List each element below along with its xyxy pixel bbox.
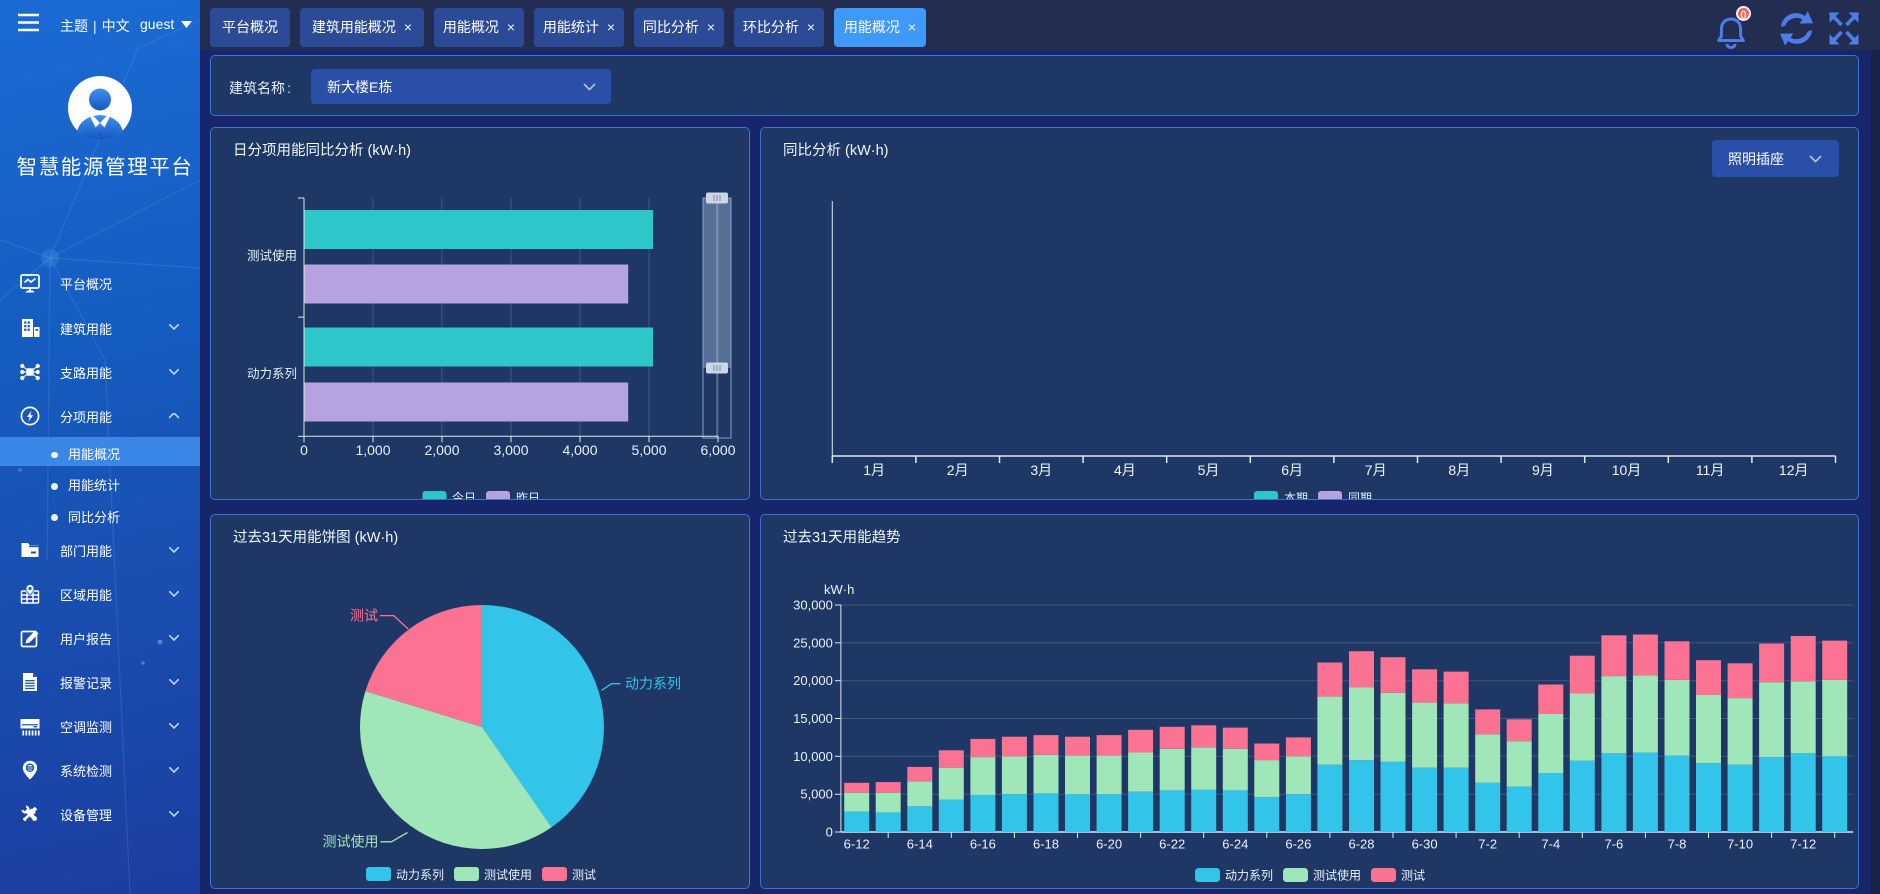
svg-text:15,000: 15,000 <box>793 711 833 726</box>
svg-text:20,000: 20,000 <box>793 673 833 688</box>
svg-text:kW·h: kW·h <box>824 582 854 597</box>
svg-text:动力系列: 动力系列 <box>247 367 297 381</box>
svg-text:3,000: 3,000 <box>493 442 528 458</box>
svg-text:测试使用: 测试使用 <box>484 867 532 882</box>
svg-text:6-20: 6-20 <box>1096 837 1122 852</box>
svg-text:4月: 4月 <box>1114 462 1136 478</box>
svg-text:6-30: 6-30 <box>1412 837 1438 852</box>
svg-text:1月: 1月 <box>863 462 885 478</box>
svg-text:测试: 测试 <box>572 867 596 882</box>
svg-text:1,000: 1,000 <box>355 442 390 458</box>
svg-text:5月: 5月 <box>1198 462 1220 478</box>
svg-text:7-2: 7-2 <box>1478 837 1497 852</box>
svg-text:10月: 10月 <box>1612 462 1642 478</box>
svg-text:测试: 测试 <box>1401 868 1425 883</box>
svg-text:6-16: 6-16 <box>970 837 996 852</box>
svg-text:动力系列: 动力系列 <box>1225 869 1273 883</box>
svg-text:同期: 同期 <box>1348 491 1372 500</box>
svg-text:测试使用: 测试使用 <box>1313 868 1361 883</box>
svg-text:25,000: 25,000 <box>793 635 833 650</box>
svg-text:5,000: 5,000 <box>631 442 666 458</box>
svg-text:12月: 12月 <box>1779 462 1809 478</box>
svg-text:6-24: 6-24 <box>1222 837 1248 852</box>
svg-text:0: 0 <box>826 825 833 840</box>
svg-text:9月: 9月 <box>1532 462 1554 478</box>
svg-text:6-26: 6-26 <box>1285 837 1311 852</box>
svg-text:测试使用: 测试使用 <box>323 833 379 849</box>
svg-text:6-18: 6-18 <box>1033 837 1059 852</box>
svg-text:测试使用: 测试使用 <box>247 248 297 263</box>
svg-text:昨日: 昨日 <box>516 491 540 500</box>
svg-text:2,000: 2,000 <box>424 442 459 458</box>
svg-text:6-22: 6-22 <box>1159 837 1185 852</box>
svg-text:10,000: 10,000 <box>793 749 833 764</box>
svg-text:5,000: 5,000 <box>800 787 833 802</box>
svg-text:6-28: 6-28 <box>1348 837 1374 852</box>
svg-text:动力系列: 动力系列 <box>625 676 681 692</box>
svg-text:7-12: 7-12 <box>1790 837 1816 852</box>
svg-text:动力系列: 动力系列 <box>396 868 444 882</box>
svg-text:本期: 本期 <box>1284 491 1308 500</box>
svg-text:6,000: 6,000 <box>700 442 735 458</box>
svg-text:7-10: 7-10 <box>1727 837 1753 852</box>
svg-text:7-4: 7-4 <box>1541 837 1560 852</box>
svg-text:6-12: 6-12 <box>844 837 870 852</box>
svg-text:11月: 11月 <box>1696 462 1725 478</box>
svg-text:7-6: 7-6 <box>1605 837 1624 852</box>
svg-text:0: 0 <box>300 442 308 458</box>
svg-text:8月: 8月 <box>1448 462 1470 478</box>
svg-text:2月: 2月 <box>947 462 969 478</box>
svg-text:今日: 今日 <box>452 490 476 500</box>
svg-text:7-8: 7-8 <box>1668 837 1687 852</box>
svg-text:3月: 3月 <box>1030 462 1052 478</box>
svg-text:30,000: 30,000 <box>793 598 833 613</box>
svg-text:6-14: 6-14 <box>907 837 933 852</box>
svg-text:7月: 7月 <box>1365 462 1387 478</box>
svg-text:测试: 测试 <box>350 607 378 623</box>
svg-text:4,000: 4,000 <box>562 442 597 458</box>
svg-text:6月: 6月 <box>1281 462 1303 478</box>
